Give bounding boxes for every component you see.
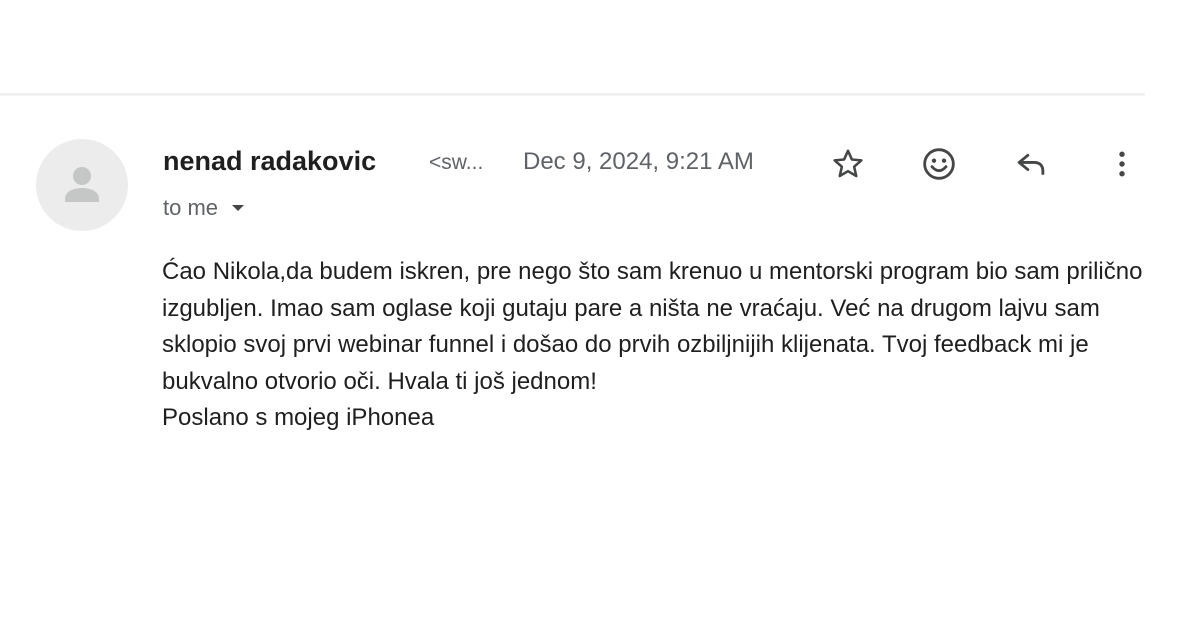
emoji-reaction-icon: [923, 148, 955, 180]
reply-icon: [1017, 153, 1045, 175]
star-icon: [833, 149, 863, 178]
email-body: Ćao Nikola,da budem iskren, pre nego što…: [162, 254, 1152, 437]
sender-email: <sw...: [429, 151, 484, 174]
sender-avatar[interactable]: [36, 139, 128, 231]
email-date: Dec 9, 2024, 9:21 AM: [523, 148, 754, 175]
star-button[interactable]: [826, 142, 870, 186]
recipient-label: to me: [163, 195, 219, 220]
more-options-button[interactable]: [1100, 142, 1144, 186]
add-reaction-button[interactable]: [917, 142, 961, 186]
reply-button[interactable]: [1009, 142, 1053, 186]
recipient-details-toggle[interactable]: to me: [163, 195, 246, 221]
person-icon: [65, 167, 99, 202]
email-body-paragraph: Ćao Nikola,da budem iskren, pre nego što…: [162, 258, 1143, 395]
email-signature: Poslano s mojeg iPhonea: [162, 404, 435, 431]
caret-down-icon: [232, 205, 245, 211]
header-divider: [0, 93, 1145, 96]
more-vert-icon: [1119, 151, 1125, 177]
sender-name[interactable]: nenad radakovic: [163, 146, 376, 177]
